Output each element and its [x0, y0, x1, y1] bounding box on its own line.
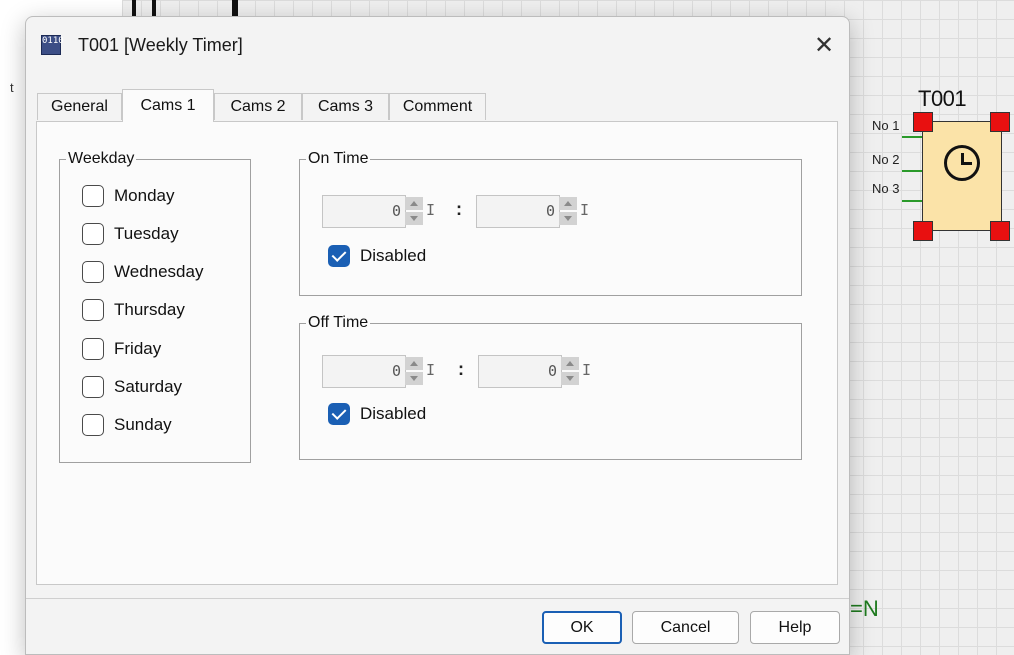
off-time-legend: Off Time	[306, 314, 371, 332]
resize-handle-bottom-left[interactable]	[913, 221, 933, 241]
clock-icon	[944, 145, 980, 181]
spin-down-icon[interactable]	[559, 212, 577, 225]
spin-up-icon[interactable]	[405, 197, 423, 210]
time-separator: :	[458, 359, 464, 379]
canvas-wire	[132, 0, 136, 16]
spin-up-icon[interactable]	[559, 197, 577, 210]
app-icon: 0110	[41, 35, 64, 55]
weekday-legend: Weekday	[66, 150, 137, 168]
dialog-title: T001 [Weekly Timer]	[78, 35, 243, 55]
on-time-disabled-label: Disabled	[360, 246, 427, 265]
tuesday-checkbox[interactable]	[82, 223, 104, 245]
text-cursor-icon: I	[426, 201, 436, 219]
tab-general[interactable]: General	[37, 93, 122, 120]
canvas-wire	[152, 0, 156, 16]
friday-label: Friday	[114, 339, 162, 358]
off-time-disabled-label: Disabled	[360, 404, 427, 423]
time-separator: :	[456, 199, 462, 219]
spin-up-icon[interactable]	[405, 357, 423, 370]
pin-label: No 3	[872, 181, 900, 196]
tab-cams-3[interactable]: Cams 3	[302, 93, 389, 120]
sunday-checkbox[interactable]	[82, 414, 104, 436]
wednesday-label: Wednesday	[114, 262, 204, 281]
text-cursor-icon: I	[582, 361, 592, 379]
off-time-minute-spinner[interactable]	[561, 357, 579, 385]
wednesday-checkbox[interactable]	[82, 261, 104, 283]
resize-handle-bottom-right[interactable]	[990, 221, 1010, 241]
tab-cams-2[interactable]: Cams 2	[214, 93, 302, 120]
off-time-minute-input[interactable]: 0	[478, 355, 562, 388]
sunday-label: Sunday	[114, 415, 172, 434]
spin-down-icon[interactable]	[561, 372, 579, 385]
tab-cams-1[interactable]: Cams 1	[122, 89, 214, 122]
text-cursor-icon: I	[580, 201, 590, 219]
on-time-hour-spinner[interactable]	[405, 197, 423, 225]
monday-checkbox[interactable]	[82, 185, 104, 207]
tab-comment[interactable]: Comment	[389, 93, 486, 120]
saturday-label: Saturday	[114, 377, 183, 396]
saturday-checkbox[interactable]	[82, 376, 104, 398]
off-time-hour-spinner[interactable]	[405, 357, 423, 385]
off-time-hour-input[interactable]: 0	[322, 355, 406, 388]
footer-divider	[26, 598, 849, 599]
weekday-group: Weekday Monday Tuesday Wednesday Thursda…	[59, 150, 251, 463]
cams-1-panel: Weekday Monday Tuesday Wednesday Thursda…	[36, 121, 838, 585]
spin-down-icon[interactable]	[405, 372, 423, 385]
ok-button[interactable]: OK	[542, 611, 622, 644]
canvas-wire	[232, 0, 238, 16]
help-button[interactable]: Help	[750, 611, 840, 644]
pin-label: No 2	[872, 152, 900, 167]
off-time-group: Off Time 0 I : 0 I Disabled	[299, 314, 802, 460]
spin-down-icon[interactable]	[405, 212, 423, 225]
on-time-minute-input[interactable]: 0	[476, 195, 560, 228]
pin-wire	[902, 200, 922, 202]
tuesday-label: Tuesday	[114, 224, 179, 243]
thursday-label: Thursday	[114, 300, 185, 319]
pin-wire	[902, 136, 922, 138]
resize-handle-top-left[interactable]	[913, 112, 933, 132]
on-time-hour-input[interactable]: 0	[322, 195, 406, 228]
pin-wire	[902, 170, 922, 172]
close-button[interactable]: ✕	[799, 29, 849, 63]
cancel-button[interactable]: Cancel	[632, 611, 739, 644]
weekly-timer-dialog: 0110 T001 [Weekly Timer] ✕ General Cams …	[25, 16, 850, 655]
on-time-disabled-checkbox[interactable]	[328, 245, 350, 267]
off-time-disabled-checkbox[interactable]	[328, 403, 350, 425]
canvas-cut-label: t	[10, 80, 14, 95]
timer-block-title: T001	[918, 86, 967, 111]
pin-label: No 1	[872, 118, 900, 133]
friday-checkbox[interactable]	[82, 338, 104, 360]
on-time-group: On Time 0 I : 0 I Disabled	[299, 150, 802, 296]
dialog-titlebar[interactable]: 0110 T001 [Weekly Timer] ✕	[26, 17, 849, 77]
spin-up-icon[interactable]	[561, 357, 579, 370]
canvas-equation-label: =N	[850, 596, 879, 621]
close-icon: ✕	[813, 32, 835, 59]
thursday-checkbox[interactable]	[82, 299, 104, 321]
on-time-minute-spinner[interactable]	[559, 197, 577, 225]
monday-label: Monday	[114, 186, 175, 205]
resize-handle-top-right[interactable]	[990, 112, 1010, 132]
on-time-legend: On Time	[306, 150, 371, 168]
text-cursor-icon: I	[426, 361, 436, 379]
